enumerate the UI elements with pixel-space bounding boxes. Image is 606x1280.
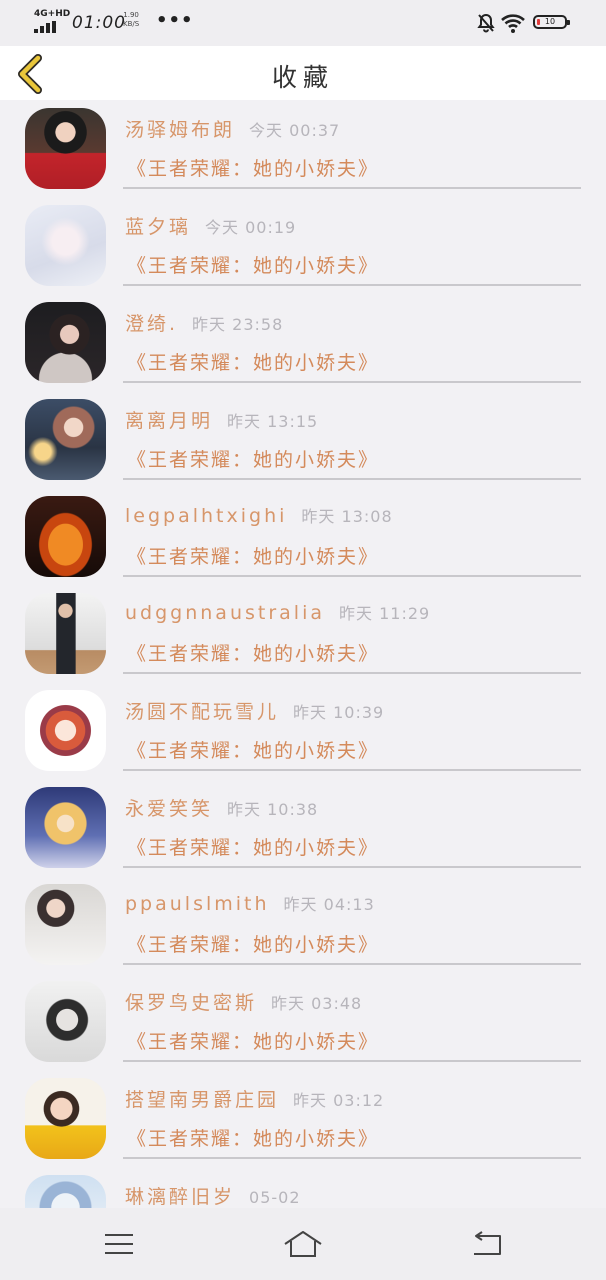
user-name: 保罗鸟史密斯: [125, 992, 258, 1014]
menu-button[interactable]: [99, 1224, 139, 1264]
avatar: [25, 496, 106, 577]
network-speed-unit: KB/S: [123, 20, 140, 28]
list-item[interactable]: 蓝夕璃 今天 00:19 《王者荣耀：她的小娇夫》: [0, 197, 606, 294]
list-item[interactable]: 澄绮. 昨天 23:58 《王者荣耀：她的小娇夫》: [0, 294, 606, 391]
user-name: udggnnaustralia: [125, 602, 325, 624]
user-name: 汤圆不配玩雪儿: [125, 701, 280, 723]
timestamp: 昨天 04:13: [283, 895, 375, 914]
user-name: 搭望南男爵庄园: [125, 1089, 280, 1111]
home-button[interactable]: [283, 1224, 323, 1264]
timestamp: 昨天 23:58: [192, 315, 284, 334]
mute-icon: [477, 13, 495, 33]
menu-icon: [105, 1234, 133, 1254]
divider: [123, 187, 581, 189]
divider: [123, 866, 581, 868]
avatar: [25, 302, 106, 383]
timestamp: 昨天 10:38: [227, 800, 319, 819]
signal-icon: [34, 21, 58, 33]
avatar: [25, 981, 106, 1062]
list-item[interactable]: 搭望南男爵庄园 昨天 03:12 《王者荣耀：她的小娇夫》: [0, 1070, 606, 1167]
back-arrow-icon: [474, 1231, 501, 1255]
status-bar: 4G+HD 01:00 1.90 KB/S ••• 10: [0, 0, 606, 46]
book-title[interactable]: 《王者荣耀：她的小娇夫》: [127, 1124, 379, 1151]
book-title[interactable]: 《王者荣耀：她的小娇夫》: [127, 542, 379, 569]
back-nav-button[interactable]: [468, 1224, 508, 1264]
divider: [123, 575, 581, 577]
divider: [123, 672, 581, 674]
list-item[interactable]: 保罗鸟史密斯 昨天 03:48 《王者荣耀：她的小娇夫》: [0, 973, 606, 1070]
book-title[interactable]: 《王者荣耀：她的小娇夫》: [127, 833, 379, 860]
timestamp: 昨天 13:08: [301, 507, 393, 526]
timestamp: 昨天 03:48: [271, 994, 363, 1013]
page-title: 收藏: [271, 63, 334, 92]
timestamp: 昨天 13:15: [227, 412, 319, 431]
user-name: 汤驿姆布朗: [125, 119, 236, 141]
avatar: [25, 787, 106, 868]
timestamp: 昨天 11:29: [339, 604, 431, 623]
avatar: [25, 593, 106, 674]
timestamp: 05-02: [249, 1188, 301, 1207]
avatar: [25, 108, 106, 189]
network-type: 4G+HD: [34, 9, 71, 19]
more-notifications-icon: •••: [156, 10, 194, 31]
user-name: 蓝夕璃: [125, 216, 192, 238]
avatar: [25, 1078, 106, 1159]
list-item[interactable]: 离离月明 昨天 13:15 《王者荣耀：她的小娇夫》: [0, 391, 606, 488]
book-title[interactable]: 《王者荣耀：她的小娇夫》: [127, 348, 379, 375]
battery-icon: 10: [533, 15, 570, 29]
battery-level: 10: [544, 17, 556, 26]
divider: [123, 1157, 581, 1159]
book-title[interactable]: 《王者荣耀：她的小娇夫》: [127, 445, 379, 472]
timestamp: 今天 00:37: [249, 121, 341, 140]
wifi-icon: [501, 14, 525, 33]
avatar: [25, 690, 106, 771]
timestamp: 昨天 10:39: [293, 703, 385, 722]
divider: [123, 381, 581, 383]
divider: [123, 963, 581, 965]
user-name: legpalhtxighi: [125, 505, 288, 527]
book-title[interactable]: 《王者荣耀：她的小娇夫》: [127, 1027, 379, 1054]
avatar: [25, 399, 106, 480]
avatar: [25, 1175, 106, 1208]
top-bar: 收藏: [0, 46, 606, 100]
avatar: [25, 205, 106, 286]
user-name: 澄绮.: [125, 313, 179, 335]
user-name: ppaulslmith: [125, 893, 270, 915]
user-name: 永爱笑笑: [125, 798, 214, 820]
home-icon: [284, 1231, 322, 1257]
divider: [123, 478, 581, 480]
network-speed-value: 1.90: [123, 11, 139, 19]
network-speed: 1.90 KB/S: [123, 11, 139, 29]
book-title[interactable]: 《王者荣耀：她的小娇夫》: [127, 930, 379, 957]
book-title[interactable]: 《王者荣耀：她的小娇夫》: [127, 639, 379, 666]
favorites-list: 汤驿姆布朗 今天 00:37 《王者荣耀：她的小娇夫》 蓝夕璃 今天 00:19 《…: [0, 100, 606, 1208]
book-title[interactable]: 《王者荣耀：她的小娇夫》: [127, 736, 379, 763]
list-item[interactable]: 琳漓醉旧岁 05-02: [0, 1167, 606, 1208]
system-nav-bar: [0, 1208, 606, 1280]
book-title[interactable]: 《王者荣耀：她的小娇夫》: [127, 154, 379, 181]
list-item[interactable]: udggnnaustralia 昨天 11:29 《王者荣耀：她的小娇夫》: [0, 585, 606, 682]
avatar: [25, 884, 106, 965]
list-item[interactable]: 永爱笑笑 昨天 10:38 《王者荣耀：她的小娇夫》: [0, 779, 606, 876]
user-name: 琳漓醉旧岁: [125, 1186, 236, 1208]
divider: [123, 1060, 581, 1062]
list-item[interactable]: 汤驿姆布朗 今天 00:37 《王者荣耀：她的小娇夫》: [0, 100, 606, 197]
list-item[interactable]: legpalhtxighi 昨天 13:08 《王者荣耀：她的小娇夫》: [0, 488, 606, 585]
divider: [123, 284, 581, 286]
timestamp: 今天 00:19: [205, 218, 297, 237]
clock: 01:00: [72, 13, 126, 33]
divider: [123, 769, 581, 771]
book-title[interactable]: 《王者荣耀：她的小娇夫》: [127, 251, 379, 278]
timestamp: 昨天 03:12: [293, 1091, 385, 1110]
user-name: 离离月明: [125, 410, 214, 432]
list-item[interactable]: 汤圆不配玩雪儿 昨天 10:39 《王者荣耀：她的小娇夫》: [0, 682, 606, 779]
list-item[interactable]: ppaulslmith 昨天 04:13 《王者荣耀：她的小娇夫》: [0, 876, 606, 973]
